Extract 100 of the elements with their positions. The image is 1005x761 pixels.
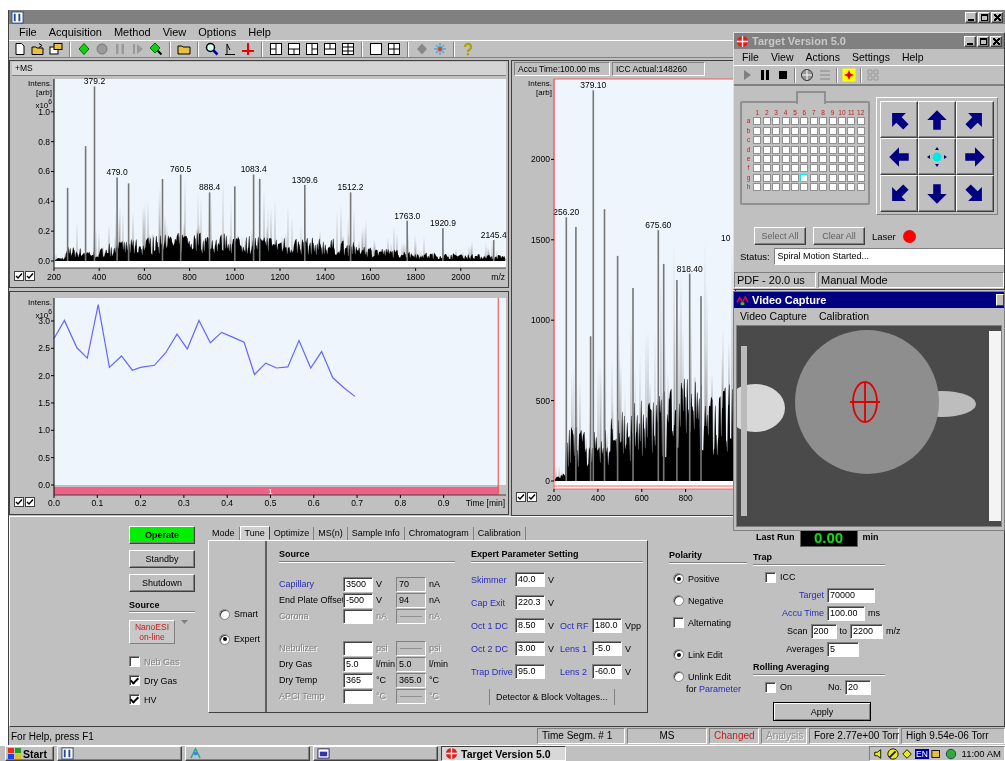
well[interactable] <box>847 145 856 154</box>
input-field[interactable]: 8.50 <box>515 618 545 633</box>
checkbox[interactable] <box>25 271 35 281</box>
well[interactable] <box>837 164 846 173</box>
checkbox[interactable]: Dry Gas <box>129 675 177 686</box>
well[interactable] <box>847 136 856 145</box>
well[interactable] <box>856 126 865 135</box>
well[interactable] <box>837 126 846 135</box>
checkbox[interactable]: ICC <box>765 571 796 583</box>
menu-item[interactable]: Settings <box>845 51 896 63</box>
well[interactable] <box>837 145 846 154</box>
globe-icon[interactable] <box>944 747 957 760</box>
well[interactable] <box>837 183 846 192</box>
layout-icon[interactable] <box>269 42 283 56</box>
well[interactable] <box>828 136 837 145</box>
input-field[interactable]: -5.0 <box>592 641 622 656</box>
well[interactable] <box>819 145 828 154</box>
menu-item[interactable]: Actions <box>799 51 846 63</box>
arrow-button[interactable] <box>917 101 956 138</box>
well[interactable] <box>828 183 837 192</box>
well[interactable] <box>809 136 818 145</box>
well[interactable] <box>790 145 799 154</box>
menu-item[interactable]: File <box>13 26 43 38</box>
close-button[interactable] <box>990 35 1002 47</box>
well[interactable] <box>856 183 865 192</box>
well[interactable] <box>809 126 818 135</box>
well[interactable] <box>819 173 828 182</box>
input-field[interactable]: 365 <box>343 672 373 688</box>
detector-voltages-button[interactable]: Detector & Block Voltages... <box>489 689 615 705</box>
taskbar-button[interactable] <box>185 746 310 761</box>
tab[interactable]: Calibration <box>473 527 526 540</box>
input-field[interactable]: 200 <box>810 623 837 639</box>
grid-icon[interactable] <box>387 42 401 56</box>
input-field[interactable]: -60.0 <box>592 664 622 679</box>
well[interactable] <box>790 183 799 192</box>
well[interactable] <box>772 136 781 145</box>
well[interactable] <box>828 126 837 135</box>
star-icon[interactable] <box>842 68 856 82</box>
well[interactable] <box>809 183 818 192</box>
caret-icon[interactable] <box>181 620 188 624</box>
well[interactable] <box>800 173 809 182</box>
well[interactable] <box>762 183 771 192</box>
mode-button[interactable]: Standby <box>129 550 195 568</box>
magnifier-icon[interactable] <box>205 42 219 56</box>
menu-item[interactable]: Help <box>895 51 930 63</box>
well[interactable] <box>753 145 762 154</box>
tab[interactable]: Mode <box>208 527 240 540</box>
menu-item[interactable]: File <box>736 51 765 63</box>
input-field[interactable]: 5.0 <box>343 656 373 672</box>
input-field[interactable]: 40.0 <box>515 572 545 587</box>
taskbar-button[interactable]: Target Version 5.0 <box>441 746 566 761</box>
well[interactable] <box>781 145 790 154</box>
checkbox[interactable]: HV <box>129 694 157 705</box>
window-icon[interactable] <box>369 42 383 56</box>
language-indicator[interactable]: EN <box>915 748 929 759</box>
well[interactable] <box>753 164 762 173</box>
radio-button[interactable]: Positive <box>673 573 720 584</box>
well[interactable] <box>762 154 771 163</box>
layout-icon[interactable] <box>287 42 301 56</box>
tab[interactable]: Optimize <box>269 527 315 540</box>
checkbox[interactable] <box>14 271 24 281</box>
well[interactable] <box>800 136 809 145</box>
well[interactable] <box>809 164 818 173</box>
input-field[interactable]: 100.00 <box>827 605 865 621</box>
well[interactable] <box>828 117 837 126</box>
well[interactable] <box>781 154 790 163</box>
well[interactable] <box>781 136 790 145</box>
input-field[interactable] <box>343 608 373 624</box>
well[interactable] <box>819 183 828 192</box>
well[interactable] <box>837 154 846 163</box>
menu-item[interactable]: Help <box>242 26 277 38</box>
well[interactable] <box>753 154 762 163</box>
new-document-icon[interactable] <box>13 42 27 56</box>
well[interactable] <box>772 164 781 173</box>
radio-button[interactable]: Unlink Edit <box>673 671 732 682</box>
arrow-button[interactable] <box>917 175 956 212</box>
mode-button[interactable]: Operate <box>129 526 195 544</box>
arrow-button[interactable] <box>955 138 994 175</box>
well[interactable] <box>828 173 837 182</box>
checkbox[interactable]: Alternating <box>673 617 732 628</box>
well[interactable] <box>800 126 809 135</box>
circle-icon[interactable] <box>95 42 109 56</box>
well[interactable] <box>772 154 781 163</box>
arrow-button[interactable] <box>955 101 994 138</box>
well[interactable] <box>828 145 837 154</box>
well[interactable] <box>762 126 771 135</box>
minimize-button[interactable] <box>964 35 976 47</box>
menu-item[interactable]: Acquisition <box>42 26 108 38</box>
well[interactable] <box>819 117 828 126</box>
maximize-button[interactable] <box>977 35 989 47</box>
layout-icon[interactable] <box>341 42 355 56</box>
input-field[interactable]: 95.0 <box>515 664 545 679</box>
taskbar-button[interactable] <box>313 746 438 761</box>
folder-icon[interactable] <box>177 42 191 56</box>
well[interactable] <box>819 126 828 135</box>
checkbox[interactable]: On <box>765 681 792 693</box>
radio-button[interactable]: Negative <box>673 595 724 606</box>
well[interactable] <box>762 164 771 173</box>
well[interactable] <box>856 136 865 145</box>
well[interactable] <box>800 154 809 163</box>
